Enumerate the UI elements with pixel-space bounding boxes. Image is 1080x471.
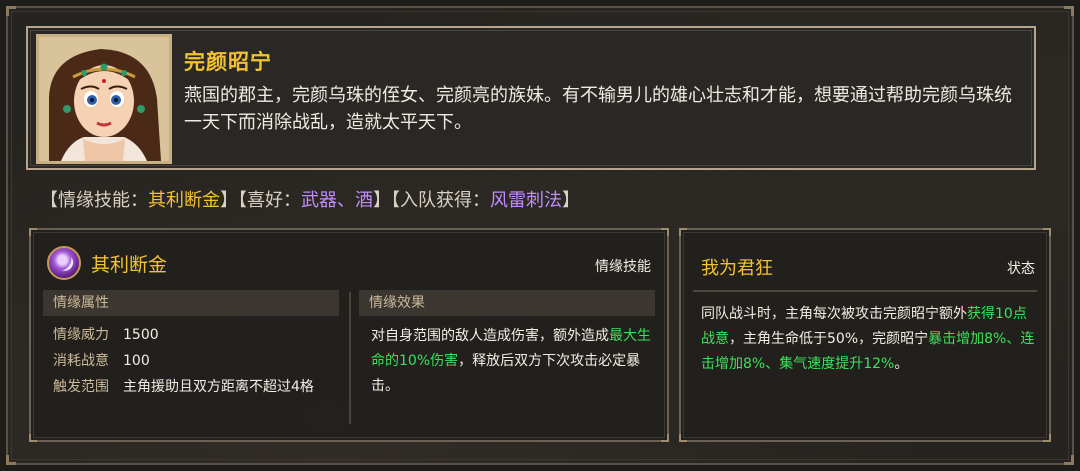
tag-skill-value: 其利断金 [148, 190, 220, 211]
status-divider [693, 290, 1037, 292]
portrait-image [39, 37, 169, 161]
frame-corner [1064, 6, 1074, 16]
attribute-label: 情缘威力 [53, 327, 109, 343]
tag-skill-label: 情缘技能： [58, 190, 148, 211]
character-description: 燕国的郡主，完颜乌珠的侄女、完颜亮的族妹。有不输男儿的雄心壮志和才能，想要通过帮… [184, 85, 1012, 133]
character-header: 完颜昭宁 燕国的郡主，完颜乌珠的侄女、完颜亮的族妹。有不输男儿的雄心壮志和才能，… [26, 26, 1036, 170]
effect-header: 情缘效果 [359, 290, 655, 316]
panel-corner [679, 228, 687, 236]
attribute-value: 1500 [123, 327, 159, 343]
frame-corner [1064, 455, 1074, 465]
panel-corner [29, 434, 37, 442]
panel-corner [679, 434, 687, 442]
status-panel: 我为君狂 状态 同队战斗时，主角每次被攻击完颜昭宁额外获得10点战意，主角生命低… [679, 228, 1051, 442]
skill-effect-text: 对自身范围的敌人造成伤害，额外造成最大生命的10%伤害，释放后双方下次攻击必定暴… [371, 324, 656, 399]
skill-name: 其利断金 [91, 254, 168, 276]
tag-hobby-label: 喜好： [247, 190, 301, 211]
attribute-label: 消耗战意 [53, 353, 109, 369]
attribute-label: 触发范围 [53, 379, 109, 395]
tag-join-label: 入队获得： [400, 190, 490, 211]
panel-corner [1043, 434, 1051, 442]
bracket-close: 】 [220, 190, 238, 211]
bracket-close: 】 [373, 190, 391, 211]
attribute-row-power: 情缘威力 1500 [53, 324, 159, 344]
panel-corner [1043, 228, 1051, 236]
status-title: 我为君狂 [701, 258, 773, 279]
status-text-part: ，主角生命低于50%，完颜昭宁 [729, 331, 929, 347]
status-text: 同队战斗时，主角每次被攻击完颜昭宁额外获得10点战意，主角生命低于50%，完颜昭… [701, 302, 1037, 377]
tag-hobby-value: 武器、酒 [301, 190, 373, 211]
bracket-open: 【 [238, 190, 247, 211]
character-tags: 【情缘技能：其利断金】【喜好：武器、酒】【入队获得：风雷刺法】 [40, 186, 580, 212]
skill-panel: 其利断金 情缘技能 情缘属性 情缘效果 情缘威力 1500 消耗战意 100 触发范… [29, 228, 669, 442]
attribute-value: 主角援助且双方距离不超过4格 [123, 379, 314, 395]
effect-text-part: 对自身范围的敌人造成伤害，额外造成 [371, 328, 609, 344]
panel-corner [29, 228, 37, 236]
status-text-part: 。 [894, 356, 909, 372]
status-text-part: 同队战斗时，主角每次被攻击完颜昭宁额外 [701, 306, 967, 322]
tag-join-value: 风雷刺法 [490, 190, 562, 211]
character-portrait [36, 34, 172, 164]
attribute-row-cost: 消耗战意 100 [53, 350, 150, 370]
bracket-close: 】 [562, 190, 580, 211]
panel-divider [349, 292, 351, 424]
attribute-row-range: 触发范围 主角援助且双方距离不超过4格 [53, 376, 314, 396]
bracket-open: 【 [391, 190, 400, 211]
status-type: 状态 [1007, 261, 1035, 277]
character-name: 完颜昭宁 [184, 50, 272, 74]
frame-corner [6, 455, 16, 465]
frame-corner [6, 6, 16, 16]
panel-corner [661, 228, 669, 236]
skill-icon [47, 246, 81, 280]
attributes-header: 情缘属性 [43, 290, 339, 316]
skill-type: 情缘技能 [595, 259, 651, 275]
attribute-value: 100 [123, 353, 150, 369]
panel-corner [661, 434, 669, 442]
bracket-open: 【 [40, 190, 58, 211]
